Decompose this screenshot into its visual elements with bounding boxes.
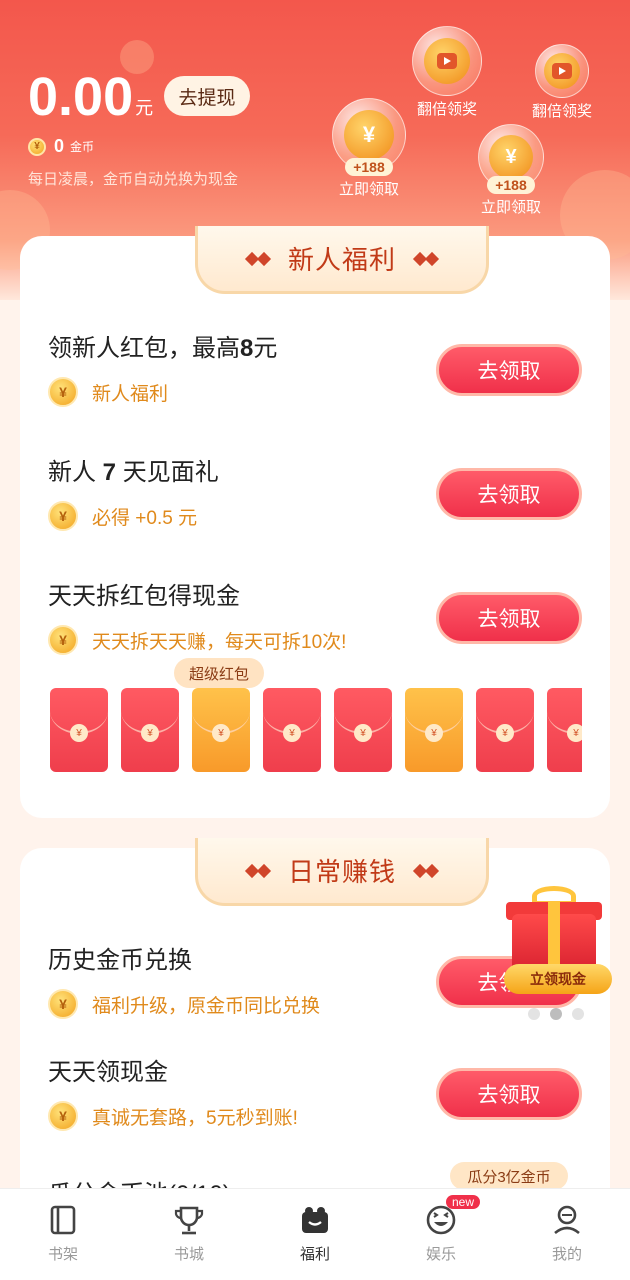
coin-balance: ¥ 0 金币: [28, 136, 94, 157]
claim-coins-bubble[interactable]: ¥ +188 立即领取: [478, 124, 544, 217]
seal-icon: ¥: [354, 724, 372, 742]
withdraw-button[interactable]: 去提现: [164, 76, 250, 116]
balance: 0.00 元: [28, 70, 153, 124]
bottom-nav: 书架 书城 福利 new 娱乐 我的: [0, 1188, 630, 1280]
bubble-amount: +188: [345, 158, 393, 176]
task-subtitle: 必得 +0.5 元: [92, 507, 198, 529]
task-subtitle: 真诚无套路，5元秒到账!: [92, 1107, 298, 1129]
carousel-dot: [528, 1008, 540, 1020]
redpacket[interactable]: ¥: [334, 688, 392, 772]
redpacket-row: ¥ ¥ ¥ ¥ ¥ ¥ ¥ ¥: [50, 688, 582, 772]
redpacket[interactable]: ¥: [547, 688, 582, 772]
redpacket[interactable]: ¥: [476, 688, 534, 772]
task-subtitle: 福利升级，原金币同比兑换: [92, 995, 321, 1017]
bubble-label: 立即领取: [338, 181, 399, 198]
nav-label: 书架: [47, 1246, 78, 1263]
floating-gift-widget[interactable]: 立领现金: [500, 880, 616, 1000]
task-title-text: 天见面礼: [116, 459, 219, 486]
task-title-text: 领新人红包，最高: [48, 335, 240, 362]
claim-button[interactable]: 去领取: [436, 1068, 582, 1120]
yuan-coin-icon: ¥: [505, 145, 517, 168]
coin-unit: 金币: [70, 140, 95, 154]
coin-icon: ¥: [28, 137, 46, 156]
redpacket[interactable]: ¥: [121, 688, 179, 772]
balance-amount: 0.00: [28, 67, 134, 127]
yuan-coin-icon: ¥: [362, 122, 376, 147]
balance-unit: 元: [135, 98, 154, 118]
coin-icon: ¥: [48, 625, 78, 655]
gift-label: 立领现金: [504, 964, 612, 994]
card-title-banner: 新人福利: [195, 226, 489, 294]
nav-item-profile[interactable]: 我的: [504, 1189, 630, 1280]
bookshelf-icon: [50, 1205, 76, 1235]
gift-bag-icon: [302, 1207, 328, 1233]
super-redpacket[interactable]: ¥: [192, 688, 250, 772]
claim-button[interactable]: 去领取: [436, 468, 582, 520]
redpacket[interactable]: ¥: [263, 688, 321, 772]
super-redpacket[interactable]: ¥: [405, 688, 463, 772]
bubble-label: 立即领取: [480, 199, 541, 216]
tv-play-icon: [552, 63, 572, 79]
card-title-banner: 日常赚钱: [195, 838, 489, 906]
claim-coins-bubble[interactable]: ¥ +188 立即领取: [332, 98, 406, 199]
profile-icon: [554, 1205, 580, 1235]
task-title-text: 新人: [48, 459, 103, 486]
seal-icon: ¥: [70, 724, 88, 742]
nav-item-bookshelf[interactable]: 书架: [0, 1189, 126, 1280]
bubble-amount: +188: [487, 176, 535, 194]
coin-icon: ¥: [48, 1101, 78, 1131]
seal-icon: ¥: [283, 724, 301, 742]
nav-label: 娱乐: [425, 1246, 456, 1263]
task-title-number: 7: [102, 459, 117, 486]
seal-icon: ¥: [212, 724, 230, 742]
coin-icon: ¥: [48, 501, 78, 531]
carousel-dots: [528, 1008, 594, 1020]
claim-button[interactable]: 去领取: [436, 592, 582, 644]
diamond-deco-icon: [424, 863, 440, 878]
diamond-deco-icon: [424, 251, 440, 266]
trophy-icon: [174, 1206, 204, 1235]
task-subtitle: 天天拆天天赚，每天可拆10次!: [92, 631, 347, 653]
seal-icon: ¥: [425, 724, 443, 742]
seal-icon: ¥: [141, 724, 159, 742]
coin-count: 0: [54, 136, 65, 156]
nav-label: 书城: [173, 1246, 204, 1263]
nav-item-entertainment[interactable]: new 娱乐: [378, 1189, 504, 1280]
task-title-number: 8: [240, 335, 254, 362]
diamond-deco-icon: [256, 251, 272, 266]
nav-item-welfare[interactable]: 福利: [252, 1189, 378, 1280]
double-reward-bubble[interactable]: 翻倍领奖: [532, 44, 592, 121]
seal-icon: ¥: [496, 724, 514, 742]
claim-button[interactable]: 去领取: [436, 344, 582, 396]
redpacket[interactable]: ¥: [50, 688, 108, 772]
exchange-hint: 每日凌晨，金币自动兑换为现金: [28, 171, 239, 188]
tv-play-icon: [437, 53, 457, 69]
coin-pool-tag: 瓜分3亿金币: [450, 1162, 568, 1190]
card-title: 新人福利: [287, 245, 396, 275]
task-title-text: 元: [253, 335, 278, 362]
bubble-label: 翻倍领奖: [416, 101, 477, 118]
nav-label: 我的: [551, 1246, 582, 1263]
coin-icon: ¥: [48, 377, 78, 407]
bubble-label: 翻倍领奖: [532, 103, 593, 120]
carousel-dot: [550, 1008, 562, 1020]
double-reward-bubble[interactable]: 翻倍领奖: [412, 26, 482, 119]
nav-label: 福利: [299, 1246, 330, 1263]
new-badge: new: [446, 1195, 481, 1209]
super-redpacket-tag: 超级红包: [174, 658, 264, 688]
nav-item-bookstore[interactable]: 书城: [126, 1189, 252, 1280]
card-title: 日常赚钱: [287, 857, 396, 887]
task-subtitle: 新人福利: [92, 383, 169, 405]
coin-icon: ¥: [48, 989, 78, 1019]
diamond-deco-icon: [256, 863, 272, 878]
newbie-welfare-card: 新人福利 领新人红包，最高8元 ¥ 新人福利 去领取 新人 7 天见面礼 ¥ 必得 …: [20, 226, 610, 818]
carousel-dot: [572, 1008, 584, 1020]
seal-icon: ¥: [567, 724, 582, 742]
